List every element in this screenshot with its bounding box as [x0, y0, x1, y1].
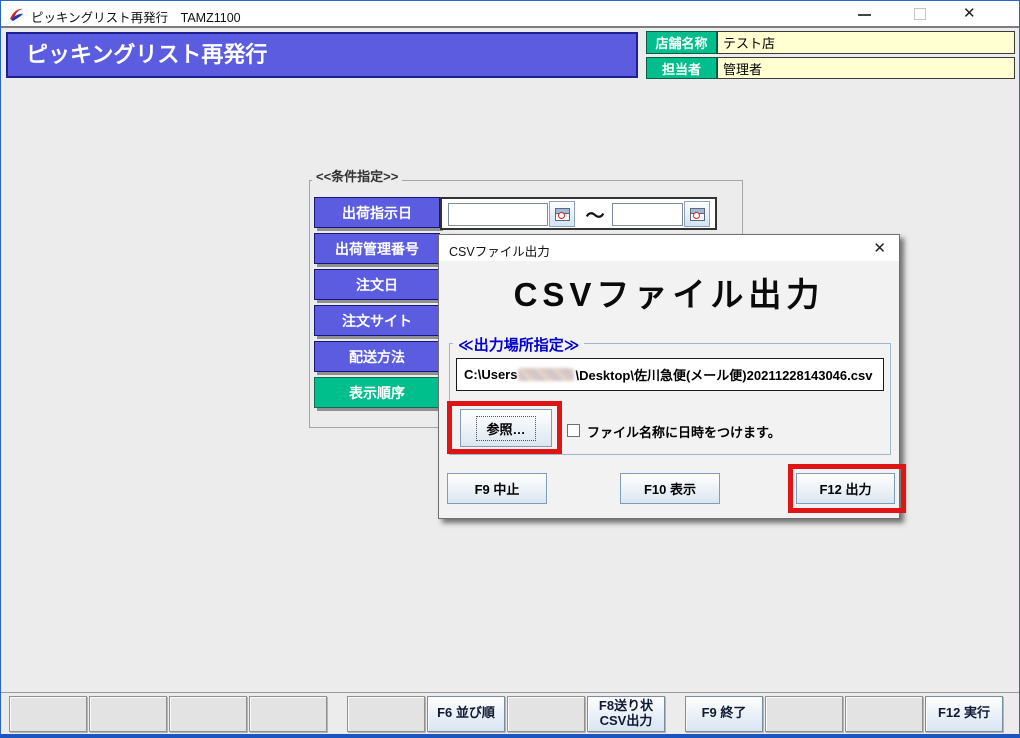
browse-button[interactable]: 参照…	[460, 409, 552, 447]
fn-cell-empty	[765, 696, 843, 732]
append-datetime-checkbox[interactable]	[567, 424, 580, 437]
dialog-close-icon[interactable]: ✕	[873, 239, 886, 257]
date-to-input[interactable]	[612, 203, 683, 226]
close-icon[interactable]: ✕	[963, 5, 976, 23]
app-icon	[8, 6, 25, 23]
label-display-order: 表示順序	[314, 377, 440, 408]
label-order-date: 注文日	[314, 269, 440, 300]
window-title: ピッキングリスト再発行 TAMZ1100	[31, 7, 241, 26]
app-window: ピッキングリスト再発行 TAMZ1100 ✕ ピッキングリスト再発行 店舗名称 …	[0, 0, 1020, 738]
f8-shipping-label-csv-button[interactable]: F8送り状 CSV出力	[587, 696, 665, 732]
maximize-icon	[914, 8, 926, 20]
f9-exit-button[interactable]: F9 終了	[685, 696, 763, 732]
minimize-icon[interactable]	[858, 14, 871, 16]
fn-cell-empty	[9, 696, 87, 732]
label-delivery-method: 配送方法	[314, 341, 440, 372]
f12-output-button[interactable]: F12 出力	[796, 473, 895, 504]
fn-cell-empty	[845, 696, 923, 732]
ship-date-range-panel: ～	[440, 197, 717, 230]
store-name-value: テスト店	[717, 31, 1015, 54]
window-titlebar: ピッキングリスト再発行 TAMZ1100 ✕	[1, 1, 1019, 28]
date-from-input[interactable]	[448, 203, 548, 226]
page-title: ピッキングリスト再発行	[6, 32, 638, 78]
date-to-calendar-button[interactable]	[684, 201, 710, 227]
dialog-title: CSVファイル出力	[449, 241, 550, 260]
fn-cell-empty	[89, 696, 167, 732]
f9-cancel-button[interactable]: F9 中止	[447, 473, 547, 504]
fn-cell-empty	[347, 696, 425, 732]
fn-cell-empty	[507, 696, 585, 732]
fn-cell-empty	[169, 696, 247, 732]
label-ship-instruction-date: 出荷指示日	[314, 197, 440, 228]
dialog-heading: CSVファイル出力	[439, 268, 899, 316]
append-datetime-checkbox-label: ファイル名称に日時をつけます。	[587, 422, 781, 441]
staff-value: 管理者	[717, 57, 1015, 79]
dialog-titlebar: CSVファイル出力 ✕	[439, 235, 899, 261]
browse-button-label: 参照…	[476, 416, 535, 441]
f6-sort-button[interactable]: F6 並び順	[427, 696, 505, 732]
path-suffix: \Desktop\佐川急便(メール便)20211228143046.csv	[575, 365, 872, 384]
condition-group-label: <<条件指定>>	[312, 166, 402, 185]
csv-output-dialog: CSVファイル出力 ✕ CSVファイル出力 ≪出力場所指定≫ C:\Users \…	[438, 234, 900, 519]
label-order-site: 注文サイト	[314, 305, 440, 336]
store-name-label: 店舗名称	[646, 31, 717, 54]
output-location-label: ≪出力場所指定≫	[453, 334, 584, 355]
redacted-username	[518, 368, 574, 381]
output-path-field[interactable]: C:\Users \Desktop\佐川急便(メール便)2021122814304…	[456, 358, 884, 391]
label-ship-control-number: 出荷管理番号	[314, 233, 440, 264]
f12-execute-button[interactable]: F12 実行	[925, 696, 1003, 732]
fn-cell-empty	[249, 696, 327, 732]
f10-view-button[interactable]: F10 表示	[620, 473, 720, 504]
path-prefix: C:\Users	[464, 367, 517, 382]
calendar-icon	[690, 208, 705, 221]
function-key-bar: F6 並び順 F8送り状 CSV出力 F9 終了 F12 実行	[1, 692, 1019, 734]
date-from-calendar-button[interactable]	[549, 201, 575, 227]
calendar-icon	[555, 208, 570, 221]
staff-label: 担当者	[646, 57, 717, 79]
range-separator: ～	[579, 201, 611, 228]
